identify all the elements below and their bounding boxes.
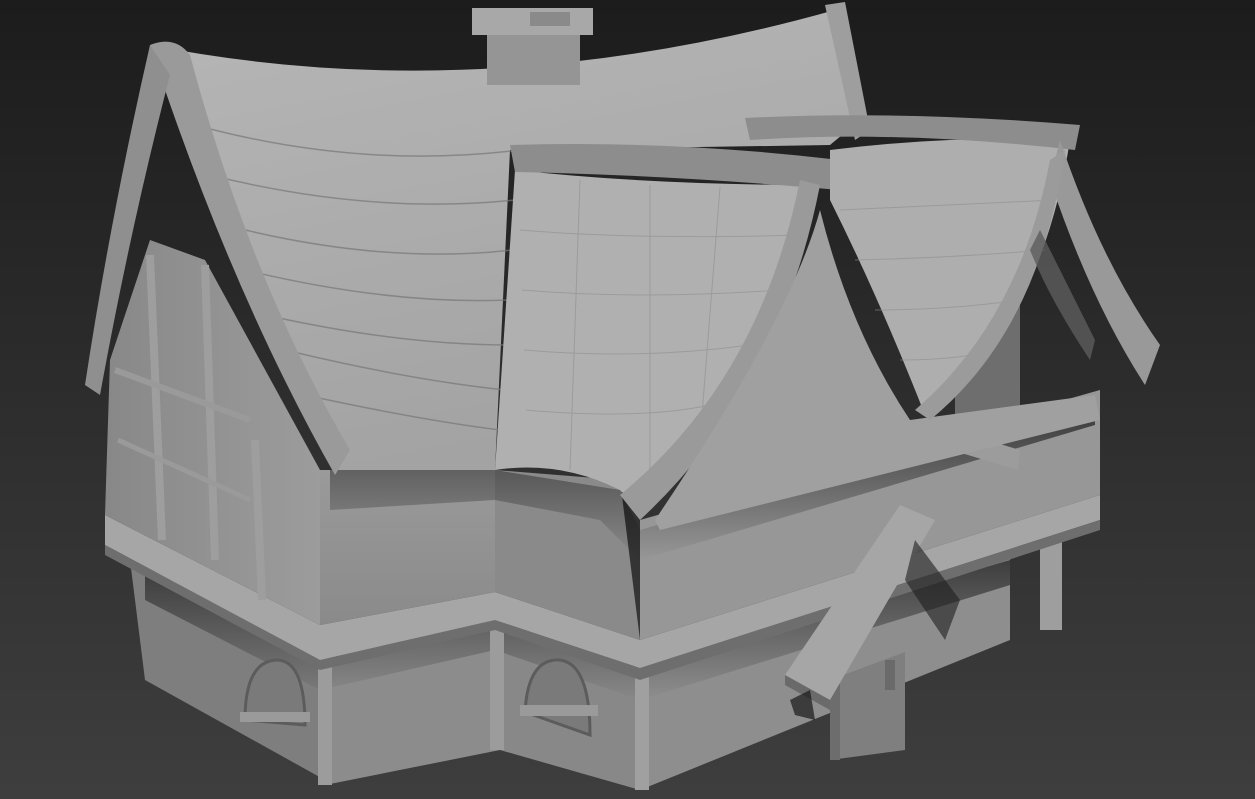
- chimney: [487, 30, 580, 85]
- 3d-viewport[interactable]: [0, 0, 1255, 799]
- house-model-render: [0, 0, 1255, 799]
